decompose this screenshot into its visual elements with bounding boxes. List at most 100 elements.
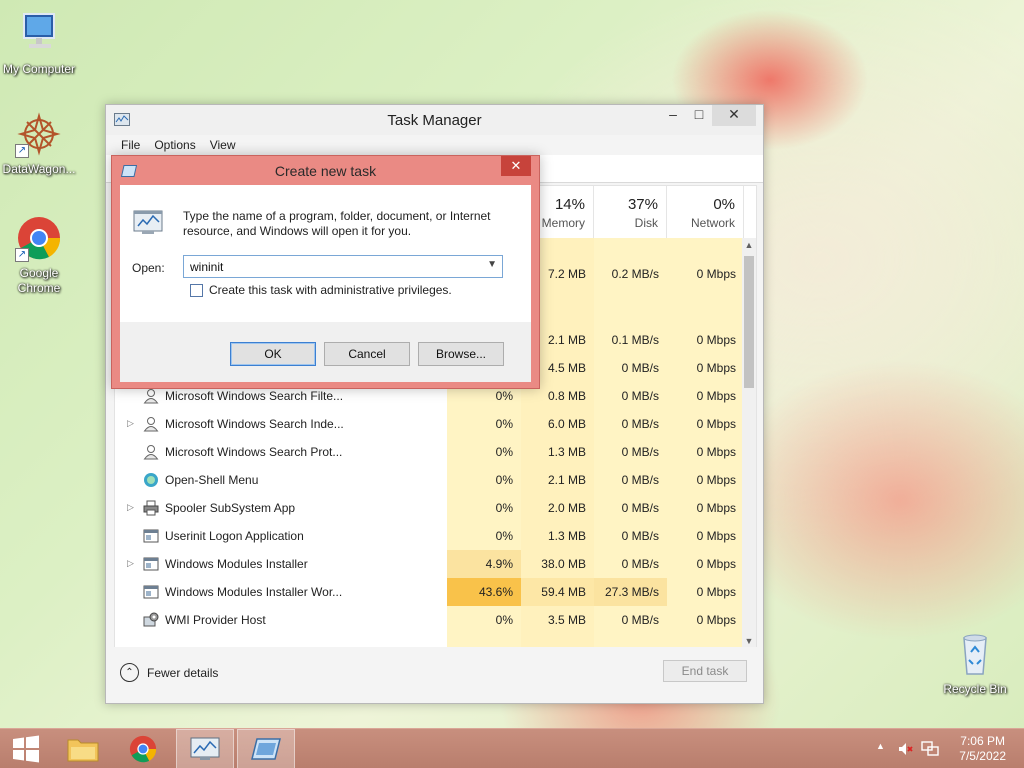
run-icon	[251, 738, 281, 760]
table-row[interactable]: ▷ Spooler SubSystem App 0% 2.0 MB 0 MB/s…	[115, 494, 744, 522]
table-row[interactable]: Microsoft Windows Search Prot... 0% 1.3 …	[115, 438, 744, 466]
table-row[interactable]: ▷ Windows Modules Installer 4.9% 38.0 MB…	[115, 550, 744, 578]
process-name: Microsoft Windows Search Prot...	[165, 445, 343, 459]
network-cell: 0 Mbps	[696, 445, 736, 459]
desktop-icon-google-chrome[interactable]: ↗ Google Chrome	[0, 214, 78, 296]
table-row[interactable]: ▷ Microsoft Windows Search Inde... 0% 6.…	[115, 410, 744, 438]
chrome-icon	[129, 735, 157, 763]
fewer-details-button[interactable]: ⌃ Fewer details	[120, 663, 218, 682]
network-cell: 0 Mbps	[696, 333, 736, 347]
network-cell: 0 Mbps	[696, 501, 736, 515]
show-hidden-icons-button[interactable]: ▲	[876, 741, 885, 751]
column-header-disk[interactable]: 37% Disk	[594, 186, 667, 238]
admin-privileges-checkbox[interactable]	[190, 283, 203, 297]
disk-label: Disk	[634, 216, 658, 230]
table-row[interactable]: Windows Modules Installer Wor... 43.6% 5…	[115, 578, 744, 606]
task-manager-footer: ⌃ Fewer details End task	[106, 647, 763, 703]
chevron-down-icon[interactable]: ▼	[487, 259, 497, 270]
app-window-icon	[143, 556, 159, 572]
menu-bar: File Options View	[106, 135, 763, 155]
memory-cell: 1.3 MB	[547, 529, 586, 543]
expand-chevron-icon[interactable]: ▷	[127, 418, 134, 429]
vertical-scrollbar[interactable]: ▲ ▼	[742, 238, 756, 648]
scrollbar-thumb[interactable]	[744, 256, 754, 388]
memory-cell: 3.5 MB	[547, 613, 586, 627]
search-service-icon	[143, 388, 159, 404]
open-label: Open:	[132, 261, 165, 275]
process-name: Userinit Logon Application	[165, 529, 304, 543]
process-name: Microsoft Windows Search Inde...	[165, 417, 344, 431]
cpu-cell: 0%	[495, 445, 513, 459]
windows-logo-icon	[13, 735, 39, 763]
scroll-up-icon[interactable]: ▲	[742, 238, 756, 252]
process-name: WMI Provider Host	[165, 613, 266, 627]
menu-options[interactable]: Options	[147, 135, 202, 155]
desktop-icon-label: Google Chrome	[17, 266, 61, 295]
cancel-button[interactable]: Cancel	[324, 342, 410, 366]
dialog-title: Create new task	[274, 163, 377, 179]
disk-cell: 0 MB/s	[621, 613, 659, 627]
process-name: Spooler SubSystem App	[165, 501, 296, 515]
search-service-icon	[143, 416, 159, 432]
network-cell: 0 Mbps	[696, 417, 736, 431]
table-row[interactable]: Open-Shell Menu 0% 2.1 MB 0 MB/s 0 Mbps	[115, 466, 744, 494]
maximize-button[interactable]: □	[686, 105, 712, 126]
desktop-icon-datawagon[interactable]: ↗ DataWagon...	[0, 110, 78, 177]
chrome-icon: ↗	[15, 214, 63, 262]
volume-muted-icon[interactable]	[898, 741, 914, 760]
network-cell: 0 Mbps	[696, 613, 736, 627]
table-row[interactable]: WMI Provider Host 0% 3.5 MB 0 MB/s 0 Mbp…	[115, 606, 744, 634]
task-manager-titlebar[interactable]: Task Manager – □ ✕	[106, 105, 763, 135]
open-combobox[interactable]: wininit ▼	[183, 255, 503, 278]
process-name: Windows Modules Installer	[165, 557, 308, 571]
network-icon[interactable]	[921, 741, 939, 760]
scroll-down-icon[interactable]: ▼	[742, 634, 756, 648]
dialog-close-button[interactable]: ✕	[501, 156, 531, 176]
recycle-bin-icon	[951, 630, 999, 678]
cpu-cell: 4.9%	[447, 550, 521, 578]
dialog-titlebar[interactable]: Create new task ✕	[112, 156, 539, 185]
minimize-button[interactable]: –	[660, 105, 686, 126]
column-header-network[interactable]: 0% Network	[667, 186, 744, 238]
shortcut-arrow-icon: ↗	[15, 144, 29, 158]
admin-privileges-label: Create this task with administrative pri…	[209, 283, 452, 297]
ok-button[interactable]: OK	[230, 342, 316, 366]
menu-view[interactable]: View	[203, 135, 243, 155]
search-service-icon	[143, 444, 159, 460]
dialog-body: Type the name of a program, folder, docu…	[120, 185, 531, 382]
network-cell: 0 Mbps	[696, 585, 736, 599]
network-cell: 0 Mbps	[696, 473, 736, 487]
disk-cell: 0.2 MB/s	[611, 267, 659, 281]
cpu-cell: 0%	[495, 501, 513, 515]
network-cell: 0 Mbps	[696, 389, 736, 403]
browse-button[interactable]: Browse...	[418, 342, 504, 366]
close-button[interactable]: ✕	[712, 105, 756, 126]
start-button[interactable]	[0, 729, 58, 768]
disk-cell: 0 MB/s	[621, 417, 659, 431]
cpu-cell: 0%	[495, 613, 513, 627]
taskbar-task-manager[interactable]	[176, 729, 234, 768]
cpu-cell: 0%	[495, 529, 513, 543]
memory-cell: 1.3 MB	[547, 445, 586, 459]
open-input-value[interactable]: wininit	[190, 260, 223, 274]
taskbar-chrome[interactable]	[114, 729, 172, 768]
cpu-cell: 0%	[495, 473, 513, 487]
admin-privileges-option[interactable]: Create this task with administrative pri…	[190, 283, 452, 297]
taskbar-file-explorer[interactable]	[54, 729, 112, 768]
network-cell: 0 Mbps	[696, 361, 736, 375]
memory-cell: 59.4 MB	[521, 578, 594, 606]
disk-cell: 0 MB/s	[621, 361, 659, 375]
expand-chevron-icon[interactable]: ▷	[127, 502, 134, 513]
menu-file[interactable]: File	[114, 135, 147, 155]
cpu-cell: 43.6%	[447, 578, 521, 606]
table-row[interactable]: Userinit Logon Application 0% 1.3 MB 0 M…	[115, 522, 744, 550]
folder-icon	[67, 739, 99, 762]
memory-cell: 2.1 MB	[547, 473, 586, 487]
desktop-icon-recycle-bin[interactable]: Recycle Bin	[936, 630, 1014, 697]
desktop-icon-my-computer[interactable]: My Computer	[0, 10, 78, 77]
system-clock[interactable]: 7:06 PM 7/5/2022	[959, 734, 1006, 764]
expand-chevron-icon[interactable]: ▷	[127, 558, 134, 569]
taskbar-run-dialog[interactable]	[237, 729, 295, 768]
end-task-button[interactable]: End task	[663, 660, 747, 682]
process-name: Microsoft Windows Search Filte...	[165, 389, 344, 403]
